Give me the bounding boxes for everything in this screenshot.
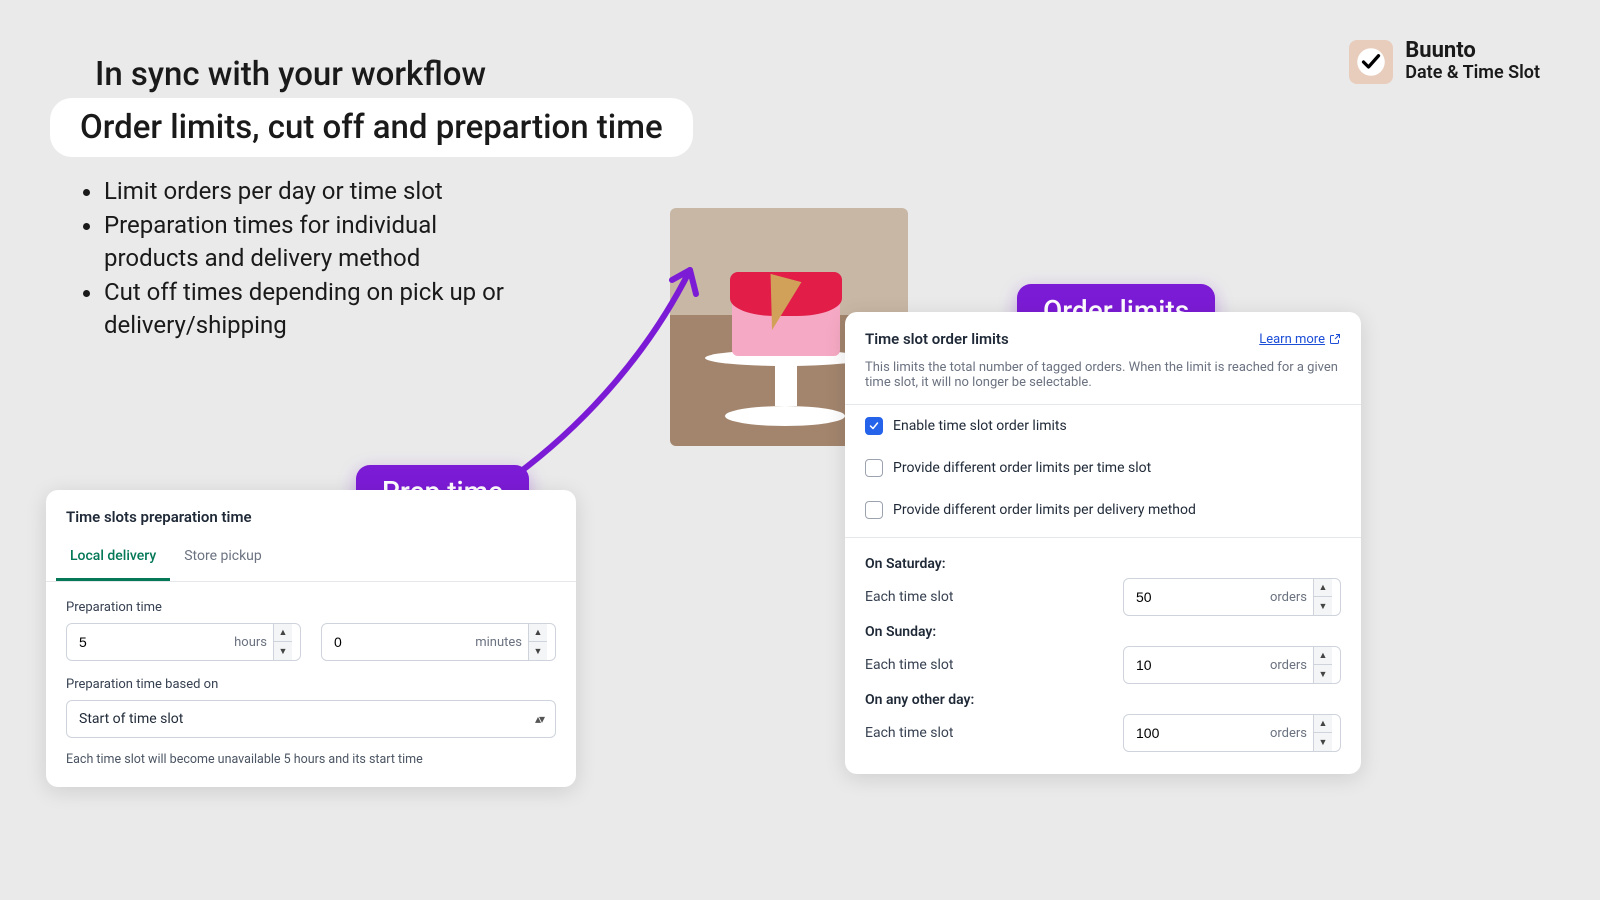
hours-step-down[interactable]: ▼ — [274, 642, 292, 660]
prep-hours-input[interactable] — [79, 634, 234, 650]
prep-hours-field[interactable]: hours ▲ ▼ — [66, 623, 301, 661]
tab-local-delivery[interactable]: Local delivery — [56, 536, 170, 581]
saturday-limit-input[interactable] — [1136, 589, 1270, 605]
feature-bullets: Limit orders per day or time slot Prepar… — [80, 175, 520, 343]
step-up[interactable]: ▲ — [1314, 579, 1332, 597]
checkbox-label: Enable time slot order limits — [893, 418, 1067, 434]
day-heading: On Saturday: — [865, 556, 1341, 572]
otherday-limit-field[interactable]: orders ▲▼ — [1123, 714, 1341, 752]
prep-card-title: Time slots preparation time — [46, 490, 576, 536]
brand-logo-icon — [1349, 40, 1393, 84]
checkbox-enable-limits[interactable] — [865, 417, 883, 435]
slot-row-label: Each time slot — [865, 725, 953, 741]
prep-minutes-input[interactable] — [334, 634, 475, 650]
saturday-limit-field[interactable]: orders ▲▼ — [1123, 578, 1341, 616]
external-link-icon — [1329, 333, 1341, 345]
bullet-item: Limit orders per day or time slot — [104, 175, 520, 207]
prep-time-label: Preparation time — [66, 600, 556, 615]
step-down[interactable]: ▼ — [1314, 733, 1332, 751]
checkbox-per-delivery-method[interactable] — [865, 501, 883, 519]
brand-tagline: Date & Time Slot — [1405, 62, 1540, 84]
step-down[interactable]: ▼ — [1314, 665, 1332, 683]
limits-card-title: Time slot order limits — [865, 330, 1009, 348]
checkbox-per-timeslot[interactable] — [865, 459, 883, 477]
orders-unit: orders — [1270, 658, 1307, 673]
prep-tabs: Local delivery Store pickup — [46, 536, 576, 582]
based-on-value: Start of time slot — [79, 711, 183, 727]
brand-name: Buunto — [1405, 40, 1540, 62]
hours-step-up[interactable]: ▲ — [274, 624, 292, 642]
limits-description: This limits the total number of tagged o… — [845, 354, 1361, 405]
bullet-item: Cut off times depending on pick up or de… — [104, 276, 520, 341]
sunday-limit-field[interactable]: orders ▲▼ — [1123, 646, 1341, 684]
day-heading: On Sunday: — [865, 624, 1341, 640]
slot-row-label: Each time slot — [865, 657, 953, 673]
checkbox-label: Provide different order limits per deliv… — [893, 502, 1196, 518]
checkbox-label: Provide different order limits per time … — [893, 460, 1151, 476]
step-down[interactable]: ▼ — [1314, 597, 1332, 615]
prep-minutes-field[interactable]: minutes ▲ ▼ — [321, 623, 556, 661]
order-limits-card: Time slot order limits Learn more This l… — [845, 312, 1361, 774]
minutes-step-down[interactable]: ▼ — [529, 642, 547, 660]
based-on-label: Preparation time based on — [66, 677, 556, 692]
page-subheading: Order limits, cut off and prepartion tim… — [50, 98, 693, 157]
tab-store-pickup[interactable]: Store pickup — [170, 536, 276, 581]
hours-unit: hours — [234, 635, 267, 650]
orders-unit: orders — [1270, 590, 1307, 605]
minutes-unit: minutes — [475, 635, 522, 650]
based-on-select[interactable]: Start of time slot ▴▾ — [66, 700, 556, 738]
orders-unit: orders — [1270, 726, 1307, 741]
step-up[interactable]: ▲ — [1314, 715, 1332, 733]
prep-hint: Each time slot will become unavailable 5… — [66, 752, 556, 767]
bullet-item: Preparation times for individual product… — [104, 209, 520, 274]
slot-row-label: Each time slot — [865, 589, 953, 605]
step-up[interactable]: ▲ — [1314, 647, 1332, 665]
select-chevron-icon: ▴▾ — [535, 712, 543, 726]
otherday-limit-input[interactable] — [1136, 725, 1270, 741]
minutes-step-up[interactable]: ▲ — [529, 624, 547, 642]
learn-more-link[interactable]: Learn more — [1259, 332, 1341, 347]
day-heading: On any other day: — [865, 692, 1341, 708]
page-heading: In sync with your workflow — [95, 55, 486, 94]
prep-time-card: Time slots preparation time Local delive… — [46, 490, 576, 787]
sunday-limit-input[interactable] — [1136, 657, 1270, 673]
brand-block: Buunto Date & Time Slot — [1349, 40, 1540, 84]
